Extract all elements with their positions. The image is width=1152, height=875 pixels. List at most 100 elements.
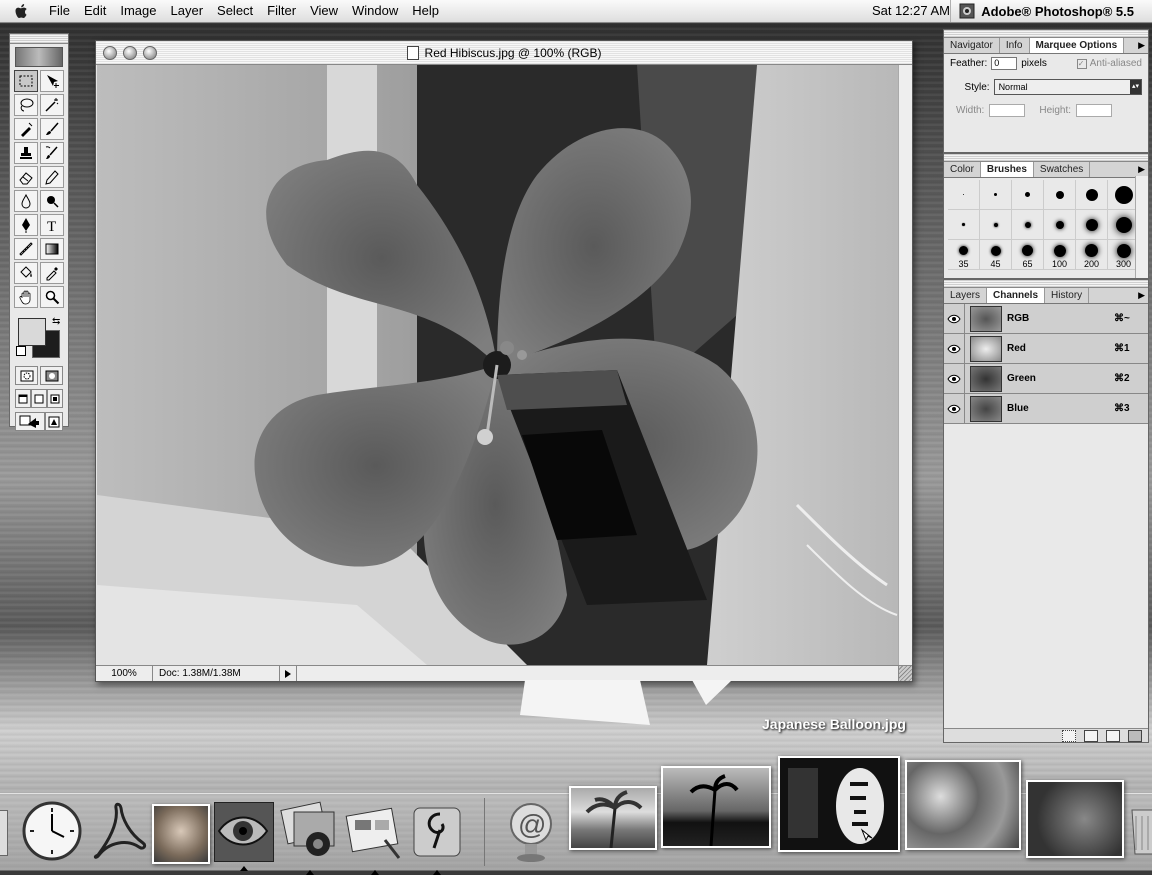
history-brush-tool-icon[interactable] xyxy=(40,142,64,164)
tab-color[interactable]: Color xyxy=(944,162,981,177)
rubber-stamp-tool-icon[interactable] xyxy=(14,142,38,164)
toolbox-title-bar[interactable] xyxy=(10,34,68,44)
save-selection-icon[interactable] xyxy=(1084,729,1098,742)
channel-row-red[interactable]: Red ⌘1 xyxy=(944,334,1148,364)
acrobat-icon[interactable] xyxy=(88,800,148,865)
menu-filter[interactable]: Filter xyxy=(260,0,303,22)
tab-navigator[interactable]: Navigator xyxy=(944,38,1000,53)
eye-icon[interactable] xyxy=(944,304,965,333)
status-menu-arrow-icon[interactable] xyxy=(280,666,297,681)
palette-menu-arrow-icon[interactable]: ▶ xyxy=(1138,164,1145,175)
zoom-button[interactable] xyxy=(143,46,157,60)
brush-preset[interactable] xyxy=(1076,210,1108,240)
marquee-tool-icon[interactable] xyxy=(14,70,38,92)
brush-preset-45[interactable]: 45 xyxy=(980,240,1012,270)
menu-help[interactable]: Help xyxy=(405,0,446,22)
brush-preset[interactable] xyxy=(948,210,980,240)
mail-icon[interactable]: @ xyxy=(505,800,557,867)
eye-icon[interactable] xyxy=(944,394,965,423)
tab-marquee-options[interactable]: Marquee Options xyxy=(1029,38,1125,53)
brush-preset[interactable] xyxy=(1044,210,1076,240)
japanese-balloon-photo-thumbnail[interactable] xyxy=(778,756,900,852)
trash-icon[interactable] xyxy=(1128,729,1142,742)
brush-preset-35[interactable]: 35 xyxy=(948,240,980,270)
brush-preset-65[interactable]: 65 xyxy=(1012,240,1044,270)
tab-brushes[interactable]: Brushes xyxy=(980,162,1034,177)
lasso-tool-icon[interactable] xyxy=(14,94,38,116)
leaves-photo-thumbnail[interactable] xyxy=(1026,780,1124,858)
zoom-level-field[interactable]: 100% xyxy=(96,666,153,681)
iphoto-icon[interactable] xyxy=(280,800,340,875)
vertical-scrollbar[interactable] xyxy=(898,65,912,665)
document-title-bar[interactable]: Red Hibiscus.jpg @ 100% (RGB) xyxy=(96,41,912,65)
palette-title-bar[interactable] xyxy=(944,30,1148,38)
brush-preset[interactable] xyxy=(980,210,1012,240)
minimize-button[interactable] xyxy=(123,46,137,60)
menu-view[interactable]: View xyxy=(303,0,345,22)
tab-history[interactable]: History xyxy=(1045,288,1090,303)
standard-mode-icon[interactable] xyxy=(15,366,38,385)
clock-icon[interactable] xyxy=(22,800,82,865)
image-canvas[interactable] xyxy=(97,65,898,665)
resize-grip-icon[interactable] xyxy=(898,666,912,681)
menu-edit[interactable]: Edit xyxy=(77,0,113,22)
trash-icon[interactable] xyxy=(1128,800,1152,859)
sherlock-icon[interactable] xyxy=(410,802,464,875)
quick-mask-mode-icon[interactable] xyxy=(40,366,63,385)
style-select[interactable]: Normal ▴▾ xyxy=(993,79,1142,95)
photoshop-eye-logo[interactable] xyxy=(15,47,63,67)
type-tool-icon[interactable]: T xyxy=(40,214,64,236)
channel-row-rgb[interactable]: RGB ⌘~ xyxy=(944,304,1148,334)
horizontal-scrollbar[interactable] xyxy=(297,666,898,681)
finder-icon[interactable] xyxy=(0,810,8,856)
brushes-scrollbar[interactable] xyxy=(1135,176,1148,278)
magic-wand-tool-icon[interactable] xyxy=(40,94,64,116)
apple-icon[interactable] xyxy=(14,3,30,19)
preview-icon[interactable] xyxy=(152,804,210,864)
paintbrush-tool-icon[interactable] xyxy=(40,118,64,140)
brush-preset-200[interactable]: 200 xyxy=(1076,240,1108,270)
menu-file[interactable]: File xyxy=(42,0,77,22)
full-screen-menu-mode-icon[interactable] xyxy=(31,389,47,408)
document-proxy-icon[interactable] xyxy=(406,45,419,60)
move-tool-icon[interactable] xyxy=(40,70,64,92)
swap-colors-icon[interactable]: ⇆ xyxy=(52,316,60,327)
measure-tool-icon[interactable] xyxy=(14,238,38,260)
zoom-tool-icon[interactable] xyxy=(40,286,64,308)
eraser-tool-icon[interactable] xyxy=(14,166,38,188)
height-input[interactable] xyxy=(1076,104,1113,117)
eye-icon[interactable] xyxy=(944,364,965,393)
blur-tool-icon[interactable] xyxy=(14,190,38,212)
eye-icon[interactable] xyxy=(944,334,965,363)
airbrush-tool-icon[interactable] xyxy=(14,118,38,140)
brush-preset[interactable] xyxy=(1076,180,1108,210)
presentation-icon[interactable] xyxy=(345,800,405,875)
brush-preset[interactable] xyxy=(1012,210,1044,240)
hand-tool-icon[interactable] xyxy=(14,286,38,308)
anti-aliased-checkbox[interactable]: ✓ xyxy=(1076,58,1087,69)
paint-bucket-tool-icon[interactable] xyxy=(14,262,38,284)
eye-icon[interactable] xyxy=(214,802,274,871)
imageready-icon[interactable] xyxy=(45,412,63,431)
tab-layers[interactable]: Layers xyxy=(944,288,988,303)
brush-preset[interactable] xyxy=(1012,180,1044,210)
burn-tool-icon[interactable] xyxy=(40,190,64,212)
brush-preset[interactable] xyxy=(948,180,980,210)
pencil-tool-icon[interactable] xyxy=(40,166,64,188)
gradient-tool-icon[interactable] xyxy=(40,238,64,260)
tab-channels[interactable]: Channels xyxy=(987,288,1046,303)
load-selection-icon[interactable] xyxy=(1062,729,1076,742)
menu-select[interactable]: Select xyxy=(210,0,260,22)
palette-title-bar[interactable] xyxy=(944,154,1148,162)
tab-swatches[interactable]: Swatches xyxy=(1034,162,1091,177)
default-colors-icon[interactable] xyxy=(16,346,26,356)
application-menu[interactable]: Adobe® Photoshop® 5.5 xyxy=(950,0,1152,22)
standard-screen-mode-icon[interactable] xyxy=(15,389,31,408)
tab-info[interactable]: Info xyxy=(1000,38,1030,53)
brush-preset[interactable] xyxy=(1044,180,1076,210)
palette-title-bar[interactable] xyxy=(944,280,1148,288)
menu-layer[interactable]: Layer xyxy=(164,0,211,22)
menubar-clock[interactable]: Sat 12:27 AM xyxy=(872,0,950,22)
menu-image[interactable]: Image xyxy=(113,0,163,22)
palette-menu-arrow-icon[interactable]: ▶ xyxy=(1138,40,1145,51)
